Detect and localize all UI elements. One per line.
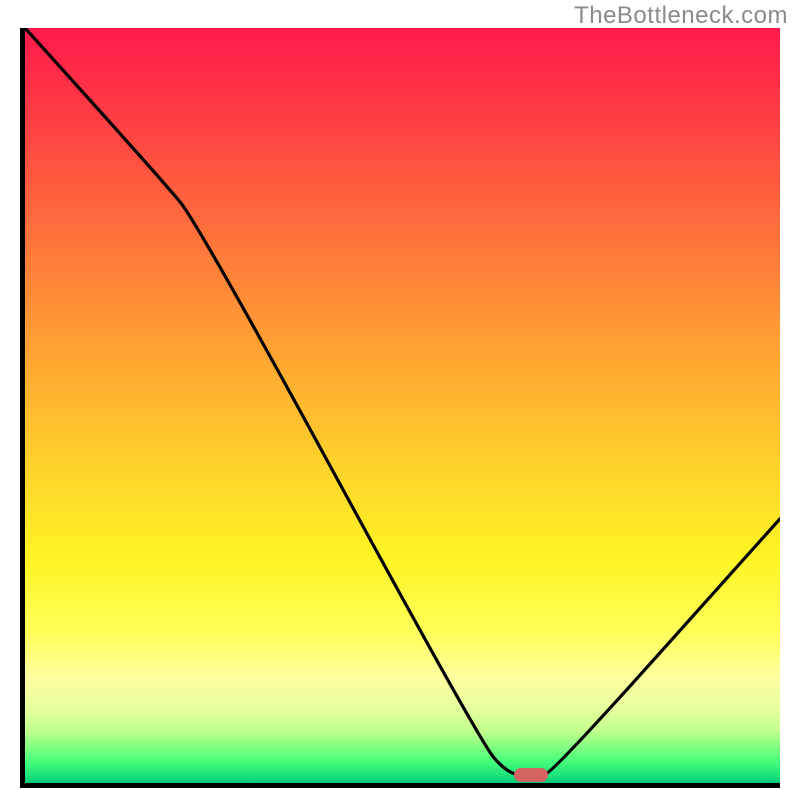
plot-area (20, 28, 780, 788)
curve-svg (25, 28, 780, 783)
optimal-point-marker (514, 768, 548, 782)
chart-frame: TheBottleneck.com (0, 0, 800, 800)
bottleneck-curve (25, 28, 780, 776)
watermark-text: TheBottleneck.com (574, 2, 788, 30)
